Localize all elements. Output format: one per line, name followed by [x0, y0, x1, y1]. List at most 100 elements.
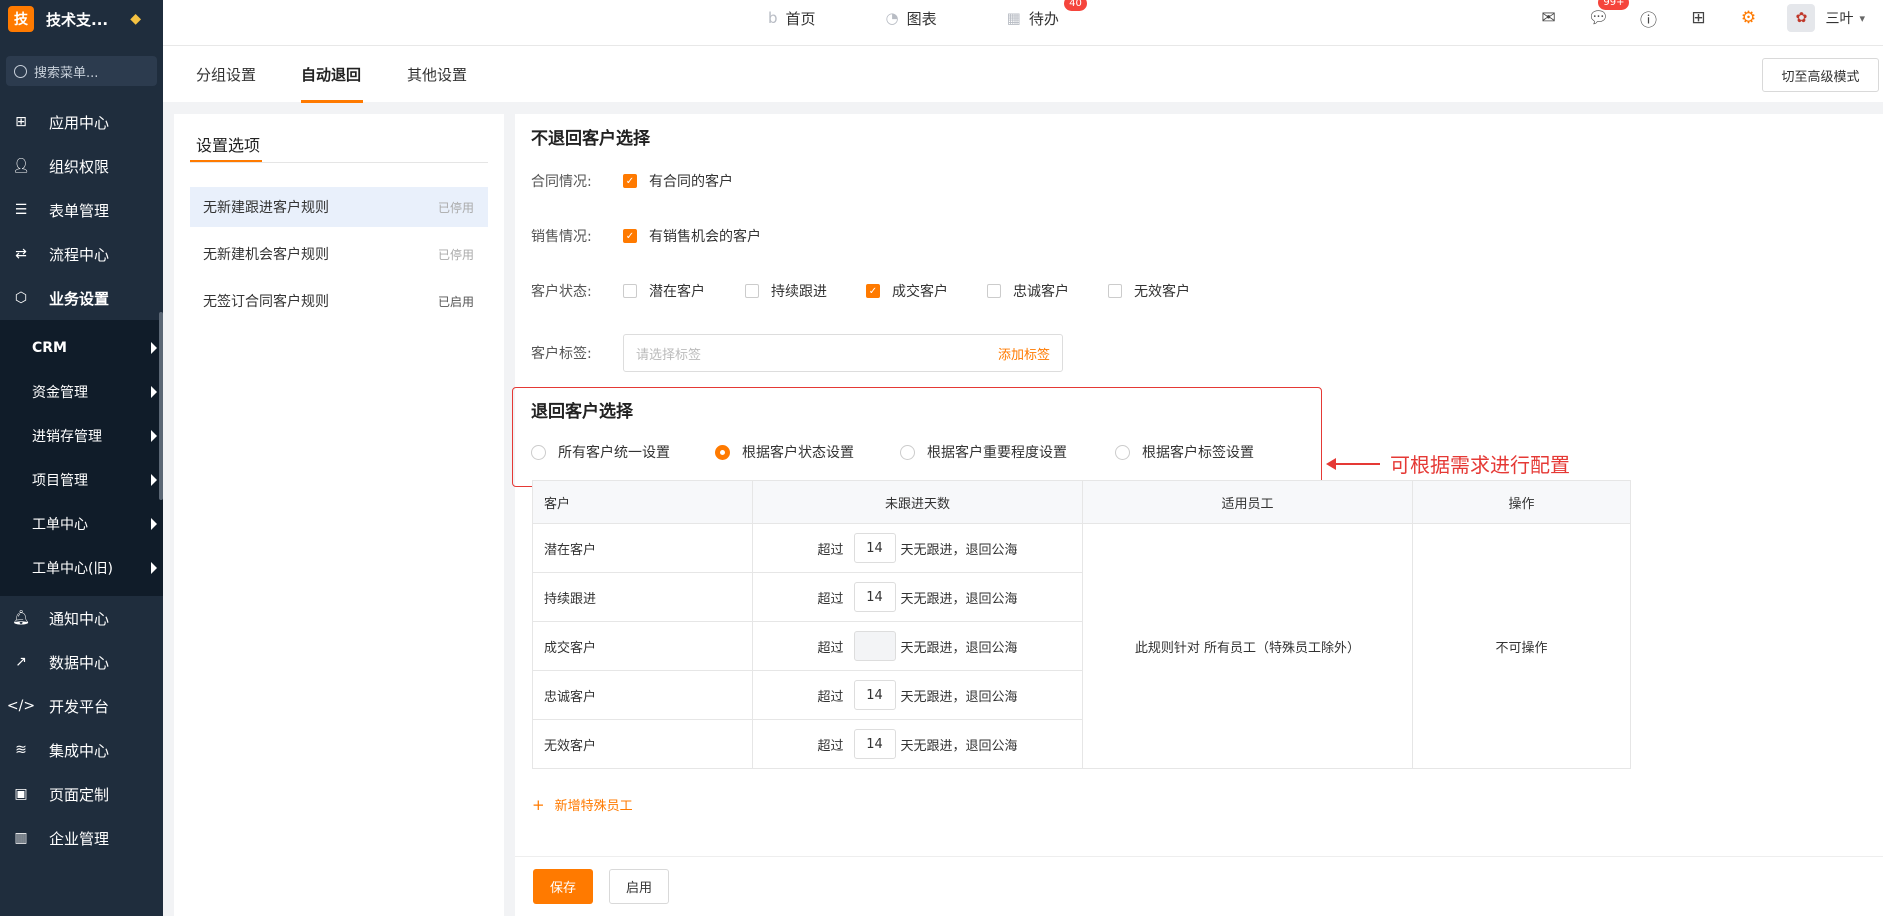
sidebar-scrollbar[interactable] [159, 312, 163, 500]
nav-todo[interactable]: ▦ 待办 40 [1007, 0, 1087, 29]
enable-button[interactable]: 启用 [609, 869, 669, 904]
checkbox-icon [987, 284, 1001, 298]
annotation-highlight-box [512, 387, 1322, 487]
tab-auto-return[interactable]: 自动退回 [301, 64, 361, 85]
footer-bar: 保存 启用 [515, 856, 1883, 916]
sub-item-label: 工单中心 [32, 517, 88, 533]
sub-item-label: 资金管理 [32, 385, 88, 401]
chevron-down-icon[interactable]: ▾ [1859, 12, 1865, 25]
status-checkbox-loyal[interactable]: 忠诚客户 [987, 281, 1069, 301]
days-prefix: 超过 [817, 689, 844, 705]
app-logo: 技 [8, 6, 34, 32]
status-checkbox-invalid[interactable]: 无效客户 [1108, 281, 1190, 301]
sidebar-sub-ticket-old[interactable]: 工单中心(旧) [0, 546, 163, 590]
caret-right-icon [151, 518, 157, 530]
customer-cell: 持续跟进 [532, 572, 753, 622]
tab-other[interactable]: 其他设置 [407, 64, 467, 85]
nav-home[interactable]: b 首页 [768, 8, 816, 29]
avatar[interactable]: ✿ [1787, 4, 1816, 32]
status-option-label: 持续跟进 [771, 284, 827, 300]
contract-checkbox[interactable]: ✓ 有合同的客户 [623, 171, 733, 191]
sidebar-sub-finance[interactable]: 资金管理 [0, 370, 163, 414]
checkbox-icon [623, 284, 637, 298]
action-cell: 不可操作 [1412, 523, 1631, 769]
sidebar-item-apps[interactable]: ⊞ 应用中心 [0, 100, 163, 144]
check-icon: ✓ [623, 174, 637, 188]
todo-badge: 40 [1064, 0, 1087, 11]
sidebar-item-label: 组织权限 [49, 157, 110, 176]
status-checkbox-deal[interactable]: ✓ 成交客户 [866, 281, 948, 301]
apps-icon: ⊞ [15, 114, 27, 130]
tag-select-input[interactable]: 请选择标签 添加标签 [623, 334, 1063, 372]
layers-icon: ≋ [15, 742, 27, 758]
grid-icon[interactable]: ⊞ [1687, 7, 1709, 29]
help-icon[interactable]: ⓘ [1637, 7, 1659, 31]
sales-checkbox[interactable]: ✓ 有销售机会的客户 [623, 226, 761, 246]
sidebar-item-org[interactable]: 👤︎ 组织权限 [0, 144, 163, 188]
sidebar-item-forms[interactable]: ☰ 表单管理 [0, 188, 163, 232]
app-title[interactable]: 技术支... [46, 9, 108, 30]
advanced-mode-button[interactable]: 切至高级模式 [1762, 58, 1879, 92]
message-badge: 99+ [1598, 0, 1630, 10]
add-special-staff-button[interactable]: + 新增特殊员工 [532, 795, 633, 815]
col-action: 操作 [1412, 480, 1631, 524]
add-special-staff-label: 新增特殊员工 [554, 799, 633, 814]
message-icon[interactable]: 💬︎ 99+ [1587, 0, 1630, 29]
sidebar-item-dev[interactable]: </> 开发平台 [0, 684, 163, 728]
days-input-disabled [853, 631, 896, 661]
status-checkbox-potential[interactable]: 潜在客户 [623, 281, 705, 301]
cube-icon: ⬡ [14, 290, 28, 306]
status-checkbox-following[interactable]: 持续跟进 [745, 281, 827, 301]
rule-status: 已停用 [437, 247, 474, 262]
add-tag-link[interactable]: 添加标签 [998, 344, 1050, 363]
rule-item[interactable]: 无签订合同客户规则 已启用 [190, 281, 488, 321]
no-return-title: 不退回客户选择 [531, 129, 650, 149]
sidebar-item-label: 企业管理 [49, 829, 110, 848]
sidebar-sub-crm[interactable]: CRM [0, 326, 163, 370]
rule-item[interactable]: 无新建机会客户规则 已停用 [190, 234, 488, 274]
rule-label: 无新建机会客户规则 [203, 247, 329, 263]
checkbox-icon [745, 284, 759, 298]
arrow-left-icon [1326, 457, 1380, 470]
sidebar-sub-inventory[interactable]: 进销存管理 [0, 414, 163, 458]
settings-tabs: 分组设置 自动退回 其他设置 切至高级模式 [163, 46, 1883, 102]
business-submenu: CRM 资金管理 进销存管理 项目管理 工单中心 工单中心(旧) [0, 320, 163, 596]
rule-item[interactable]: 无新建跟进客户规则 已停用 [190, 187, 488, 227]
top-right-toolbar: ✉ 💬︎ 99+ ⓘ ⊞ ⚙ ✿ 三叶 ▾ [1509, 0, 1865, 36]
menu-search-input[interactable]: 搜索菜单... [6, 56, 157, 86]
sidebar-item-notify[interactable]: 🔔︎ 通知中心 [0, 596, 163, 640]
check-icon: ✓ [623, 229, 637, 243]
bell-icon: 🔔︎ [12, 610, 30, 626]
days-input[interactable]: 14 [853, 729, 896, 759]
tab-group[interactable]: 分组设置 [196, 64, 256, 85]
sidebar-item-label: 应用中心 [49, 113, 110, 132]
caret-right-icon [151, 386, 157, 398]
sidebar-item-integration[interactable]: ≋ 集成中心 [0, 728, 163, 772]
days-cell: 超过 14 天无跟进，退回公海 [752, 523, 1083, 573]
nav-charts-label: 图表 [906, 9, 937, 28]
building-icon: ▥ [14, 830, 28, 846]
days-input[interactable]: 14 [853, 533, 896, 563]
sidebar-item-business[interactable]: ⬡ 业务设置 [0, 276, 163, 320]
sidebar-sub-project[interactable]: 项目管理 [0, 458, 163, 502]
col-customer: 客户 [532, 480, 753, 524]
active-tab-indicator [301, 100, 363, 103]
rule-label: 无签订合同客户规则 [203, 294, 329, 310]
sidebar-item-label: 集成中心 [49, 741, 110, 760]
sidebar-sub-ticket[interactable]: 工单中心 [0, 502, 163, 546]
user-name[interactable]: 三叶 [1825, 8, 1853, 28]
table-row: 潜在客户 超过 14 天无跟进，退回公海 此规则针对 所有员工（特殊员工除外） … [532, 523, 1631, 769]
mail-icon[interactable]: ✉ [1537, 7, 1559, 29]
rule-label: 无新建跟进客户规则 [203, 200, 329, 216]
sidebar-item-page[interactable]: ▣ 页面定制 [0, 772, 163, 816]
days-input[interactable]: 14 [853, 680, 896, 710]
save-button[interactable]: 保存 [533, 869, 593, 904]
sidebar-item-enterprise[interactable]: ▥ 企业管理 [0, 816, 163, 860]
days-input[interactable]: 14 [853, 582, 896, 612]
settings-icon[interactable]: ⚙ [1737, 7, 1759, 29]
nav-charts[interactable]: ◔ 图表 [886, 8, 937, 29]
layout-icon: ▣ [14, 786, 28, 802]
sidebar-item-data[interactable]: ↗ 数据中心 [0, 640, 163, 684]
sidebar-item-flow[interactable]: ⇄ 流程中心 [0, 232, 163, 276]
caret-right-icon [151, 342, 157, 354]
